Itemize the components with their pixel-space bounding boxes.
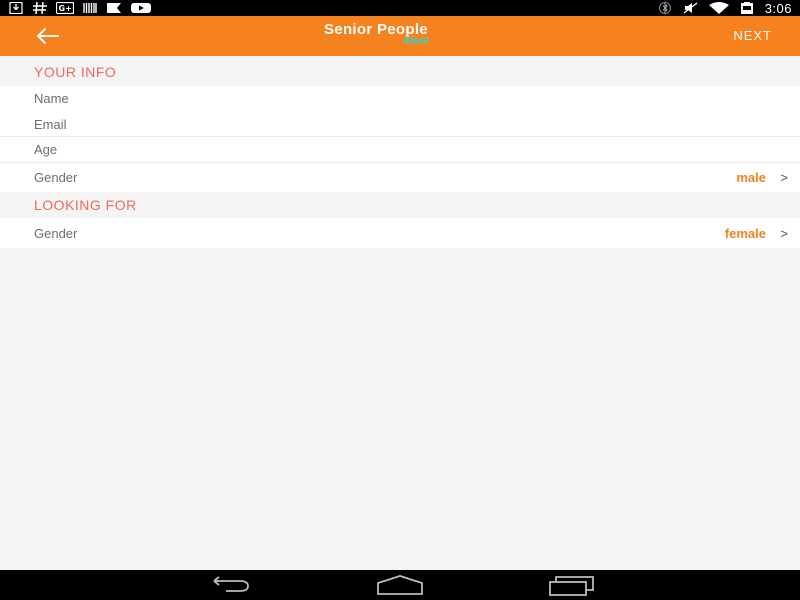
status-bar: G+ 3:06 <box>0 0 800 16</box>
your-info-header: YOUR INFO <box>0 56 800 86</box>
looking-for-header: LOOKING FOR <box>0 192 800 218</box>
message-icon <box>107 3 121 13</box>
clock: 3:06 <box>764 0 792 16</box>
app-subtitle: Meet <box>404 35 430 47</box>
svg-text:G+: G+ <box>59 4 72 13</box>
looking-for-gender-label: Gender <box>34 226 78 241</box>
navigation-bar <box>0 570 800 600</box>
name-field[interactable]: Name <box>34 91 69 106</box>
download-icon <box>9 2 23 14</box>
battery-icon <box>740 2 753 14</box>
chevron-right-icon: > <box>780 170 788 185</box>
looking-for-gender-row[interactable]: Gender female > <box>0 218 800 248</box>
your-info-title: YOUR INFO <box>34 64 117 80</box>
app-logo: Senior People Meet <box>324 21 484 53</box>
bluetooth-icon <box>658 2 671 14</box>
hash-icon <box>33 2 47 14</box>
back-nav-icon[interactable] <box>206 574 252 596</box>
your-gender-row[interactable]: Gender male > <box>0 163 800 192</box>
email-field[interactable]: Email <box>34 117 67 132</box>
arrow-left-icon[interactable] <box>34 26 62 46</box>
gplus-icon: G+ <box>56 2 74 14</box>
looking-for-title: LOOKING FOR <box>34 197 137 213</box>
chevron-right-icon: > <box>780 226 788 241</box>
home-nav-icon[interactable] <box>376 574 424 596</box>
your-gender-value[interactable]: male <box>736 170 766 185</box>
app-bar: Senior People Meet NEXT <box>0 16 800 56</box>
age-field[interactable]: Age <box>34 142 57 157</box>
barcode-icon <box>83 3 97 13</box>
name-email-group: Name Email <box>0 86 800 136</box>
recents-nav-icon[interactable] <box>548 574 596 596</box>
looking-for-gender-value[interactable]: female <box>725 226 766 241</box>
your-gender-label: Gender <box>34 170 78 185</box>
youtube-icon <box>131 3 151 13</box>
mute-icon <box>683 2 698 14</box>
age-row[interactable]: Age <box>0 137 800 162</box>
wifi-icon <box>708 2 729 14</box>
next-button[interactable]: NEXT <box>733 28 772 43</box>
